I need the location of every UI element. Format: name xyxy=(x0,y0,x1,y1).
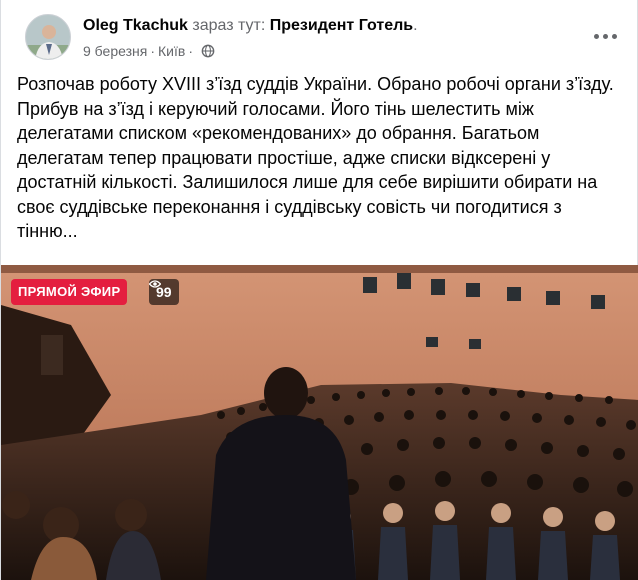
meta-separator: · xyxy=(150,43,155,59)
status-period: . xyxy=(413,17,418,34)
meta-separator: · xyxy=(188,43,193,59)
live-video[interactable]: ПРЯМОЙ ЭФИР 99 xyxy=(1,265,638,580)
post-text: Розпочав роботу XVIII з’їзд суддів Украї… xyxy=(17,74,614,241)
avatar[interactable] xyxy=(25,14,71,60)
live-badge: ПРЯМОЙ ЭФИР xyxy=(11,279,128,305)
place-name[interactable]: Президент Готель xyxy=(270,17,413,34)
more-options-icon[interactable] xyxy=(591,26,619,46)
post-meta: 9 березня · Київ · xyxy=(83,42,215,60)
author-line: Oleg Tkachuk зараз тут: Президент Готель… xyxy=(83,16,418,36)
author-name[interactable]: Oleg Tkachuk xyxy=(83,17,188,34)
post-header: Oleg Tkachuk зараз тут: Президент Готель… xyxy=(17,12,623,64)
location-status: зараз тут: xyxy=(192,17,266,34)
globe-icon[interactable] xyxy=(201,44,215,58)
post-city[interactable]: Київ xyxy=(158,42,185,60)
post-card: Oleg Tkachuk зараз тут: Президент Готель… xyxy=(0,0,638,580)
viewer-count-badge: 99 xyxy=(149,279,179,305)
post-date[interactable]: 9 березня xyxy=(83,42,147,60)
video-frame xyxy=(1,265,638,580)
eye-icon xyxy=(149,280,161,288)
